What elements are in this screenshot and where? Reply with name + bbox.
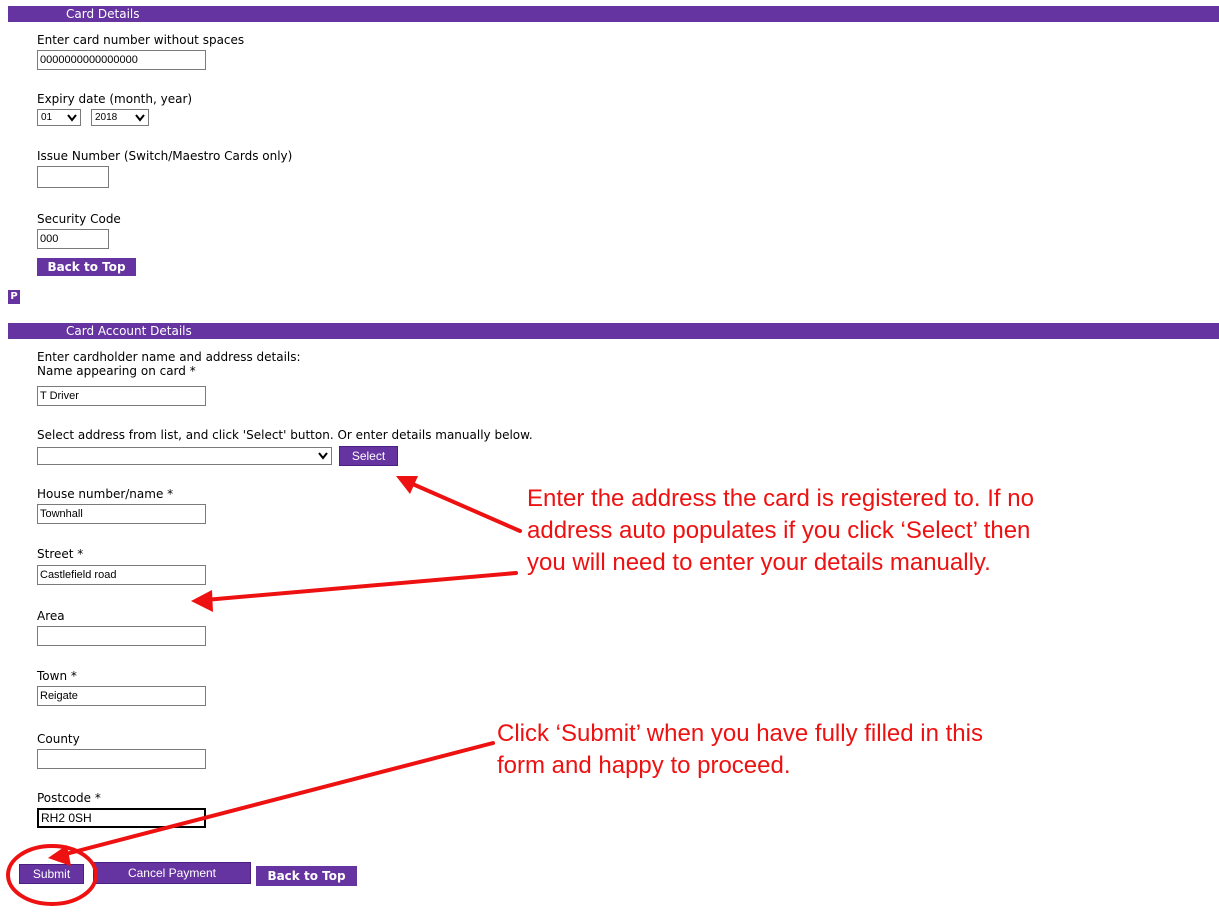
back-to-top-bottom-button[interactable]: Back to Top bbox=[256, 866, 357, 886]
cancel-payment-button[interactable]: Cancel Payment bbox=[93, 862, 251, 884]
card-account-details-header: Card Account Details bbox=[8, 323, 1219, 339]
chevron-down-icon bbox=[135, 114, 145, 122]
expiry-year-value: 2018 bbox=[95, 112, 118, 123]
street-label: Street * bbox=[37, 547, 84, 561]
separator-badge: P bbox=[8, 290, 20, 304]
back-to-top-button[interactable]: Back to Top bbox=[37, 258, 136, 276]
arrowhead-select bbox=[396, 476, 418, 494]
town-input[interactable]: Reigate bbox=[37, 686, 206, 706]
expiry-date-label: Expiry date (month, year) bbox=[37, 92, 193, 106]
address-select[interactable] bbox=[37, 447, 332, 465]
arrow-to-select-button bbox=[406, 480, 522, 533]
postcode-input[interactable]: RH2 0SH bbox=[37, 808, 206, 828]
street-input[interactable]: Castlefield road bbox=[37, 565, 206, 585]
issue-number-label: Issue Number (Switch/Maestro Cards only) bbox=[37, 149, 293, 163]
address-instruction-note: Enter the address the card is registered… bbox=[527, 485, 1034, 576]
chevron-down-icon bbox=[67, 114, 77, 122]
card-number-input[interactable]: 0000000000000000 bbox=[37, 50, 206, 70]
cardholder-intro-text: Enter cardholder name and address detail… bbox=[37, 350, 301, 364]
card-details-title: Card Details bbox=[66, 7, 140, 21]
card-account-details-title: Card Account Details bbox=[66, 324, 192, 338]
card-number-label: Enter card number without spaces bbox=[37, 33, 245, 47]
name-on-card-input[interactable]: T Driver bbox=[37, 386, 206, 406]
area-input[interactable] bbox=[37, 626, 206, 646]
submit-instruction-note: Click ‘Submit’ when you have fully fille… bbox=[497, 720, 983, 779]
submit-button[interactable]: Submit bbox=[19, 864, 84, 884]
address-select-label: Select address from list, and click 'Sel… bbox=[37, 428, 533, 442]
issue-number-input[interactable] bbox=[37, 166, 109, 188]
house-input[interactable]: Townhall bbox=[37, 504, 206, 524]
postcode-label: Postcode * bbox=[37, 791, 101, 805]
security-code-input[interactable]: 000 bbox=[37, 229, 109, 249]
security-code-label: Security Code bbox=[37, 212, 121, 226]
county-input[interactable] bbox=[37, 749, 206, 769]
arrowhead-street bbox=[191, 590, 213, 612]
chevron-down-icon bbox=[318, 452, 328, 460]
house-label: House number/name * bbox=[37, 487, 174, 501]
arrowhead-submit bbox=[48, 845, 71, 866]
expiry-year-select[interactable]: 2018 bbox=[91, 109, 149, 126]
expiry-month-value: 01 bbox=[41, 112, 53, 123]
town-label: Town * bbox=[37, 669, 77, 683]
area-label: Area bbox=[37, 609, 65, 623]
county-label: County bbox=[37, 732, 80, 746]
name-on-card-label: Name appearing on card * bbox=[37, 364, 196, 378]
card-details-header: Card Details bbox=[8, 6, 1219, 22]
expiry-month-select[interactable]: 01 bbox=[37, 109, 81, 126]
select-address-button[interactable]: Select bbox=[339, 446, 398, 466]
arrow-to-street-field bbox=[203, 571, 518, 602]
